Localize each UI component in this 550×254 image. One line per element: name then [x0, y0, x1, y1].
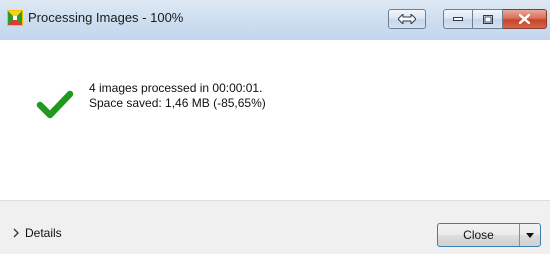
space-saved-summary: Space saved: 1,46 MB (-85,65%) — [89, 96, 266, 110]
maximize-button[interactable] — [473, 9, 503, 29]
close-button[interactable]: Close — [438, 224, 520, 246]
result-message: 4 images processed in 00:00:01. Space sa… — [89, 81, 266, 111]
dialog-footer: Details Close — [0, 200, 550, 254]
details-toggle[interactable]: Details — [12, 226, 62, 240]
dropdown-arrow-icon — [526, 232, 534, 238]
chevron-right-icon — [13, 228, 19, 238]
minimize-icon — [453, 17, 463, 21]
details-label: Details — [25, 226, 62, 240]
close-split-button[interactable]: Close — [437, 223, 541, 247]
window-close-button[interactable] — [503, 9, 547, 29]
processed-summary: 4 images processed in 00:00:01. — [89, 81, 263, 95]
close-dropdown-button[interactable] — [520, 224, 540, 246]
dialog-content: 4 images processed in 00:00:01. Space sa… — [0, 40, 550, 200]
resize-button[interactable] — [388, 9, 426, 29]
app-icon — [7, 10, 23, 26]
maximize-icon — [482, 14, 493, 24]
title-bar[interactable]: Processing Images - 100% — [0, 0, 550, 40]
resize-arrows-icon — [398, 14, 416, 24]
window-title: Processing Images - 100% — [28, 10, 184, 25]
minimize-button[interactable] — [443, 9, 473, 29]
close-icon — [519, 14, 530, 24]
checkmark-icon — [36, 90, 74, 119]
